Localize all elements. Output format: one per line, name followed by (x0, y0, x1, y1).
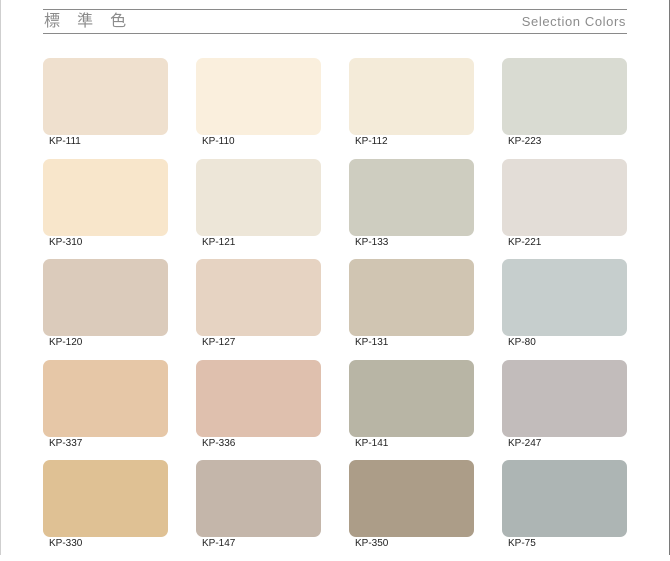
header-rule-bottom (43, 33, 627, 34)
color-swatch[interactable] (196, 158, 321, 236)
color-code-label: KP-247 (508, 437, 542, 449)
color-card[interactable]: KP-111 (43, 58, 168, 159)
color-card[interactable]: KP-80 (502, 259, 627, 360)
color-card[interactable]: KP-310 (43, 158, 168, 260)
color-code-label: KP-336 (202, 437, 236, 449)
color-code-label: KP-133 (355, 236, 389, 248)
color-swatch[interactable] (349, 460, 474, 537)
color-card[interactable]: KP-247 (502, 359, 627, 461)
color-swatch[interactable] (502, 158, 627, 236)
color-swatch[interactable] (502, 259, 627, 336)
color-card[interactable]: KP-141 (349, 359, 474, 461)
color-swatch[interactable] (43, 460, 168, 537)
color-swatch[interactable] (502, 359, 627, 437)
header-rule-top (43, 9, 627, 10)
color-swatch[interactable] (43, 259, 168, 336)
color-code-label: KP-141 (355, 437, 389, 449)
color-swatch[interactable] (349, 359, 474, 437)
color-card[interactable]: KP-133 (349, 158, 474, 260)
color-card[interactable]: KP-330 (43, 460, 168, 561)
color-card[interactable]: KP-221 (502, 158, 627, 260)
page-title-chinese: 標 準 色 (44, 11, 133, 30)
color-swatch[interactable] (196, 359, 321, 437)
color-code-label: KP-147 (202, 538, 236, 549)
color-swatch[interactable] (502, 460, 627, 537)
color-code-label: KP-80 (508, 337, 536, 348)
color-card[interactable]: KP-336 (196, 359, 321, 461)
color-code-label: KP-111 (49, 136, 81, 147)
color-code-label: KP-310 (49, 236, 83, 248)
color-code-label: KP-337 (49, 437, 83, 449)
page-left-edge (0, 0, 1, 555)
color-swatch[interactable] (43, 359, 168, 437)
color-swatch[interactable] (196, 460, 321, 537)
color-code-label: KP-121 (202, 236, 236, 248)
color-swatch[interactable] (349, 259, 474, 336)
color-swatch[interactable] (196, 58, 321, 135)
color-code-label: KP-127 (202, 337, 236, 348)
color-code-label: KP-120 (49, 337, 83, 348)
color-code-label: KP-223 (508, 136, 542, 147)
color-card[interactable]: KP-223 (502, 58, 627, 159)
color-card[interactable]: KP-147 (196, 460, 321, 561)
color-card[interactable]: KP-112 (349, 58, 474, 159)
color-code-label: KP-110 (202, 136, 235, 147)
page-title-english: Selection Colors (521, 14, 626, 29)
color-swatch[interactable] (43, 58, 168, 135)
color-code-label: KP-330 (49, 538, 83, 549)
color-card[interactable]: KP-121 (196, 158, 321, 260)
color-swatch[interactable] (349, 58, 474, 135)
color-code-label: KP-221 (508, 236, 542, 248)
color-card[interactable]: KP-350 (349, 460, 474, 561)
color-code-label: KP-131 (355, 337, 389, 348)
color-swatch[interactable] (196, 259, 321, 336)
color-card[interactable]: KP-110 (196, 58, 321, 159)
color-code-label: KP-112 (355, 136, 388, 147)
color-card[interactable]: KP-120 (43, 259, 168, 360)
color-swatch[interactable] (502, 58, 627, 135)
color-swatch-grid: KP-111 KP-110 KP-112 KP-223 KP-310 KP-121 KP-1… (43, 58, 627, 561)
color-card[interactable]: KP-127 (196, 259, 321, 360)
color-card[interactable]: KP-131 (349, 259, 474, 360)
color-card[interactable]: KP-337 (43, 359, 168, 461)
color-swatch[interactable] (43, 158, 168, 236)
color-code-label: KP-75 (508, 538, 536, 549)
color-swatch[interactable] (349, 158, 474, 236)
color-code-label: KP-350 (355, 538, 389, 549)
color-card[interactable]: KP-75 (502, 460, 627, 561)
